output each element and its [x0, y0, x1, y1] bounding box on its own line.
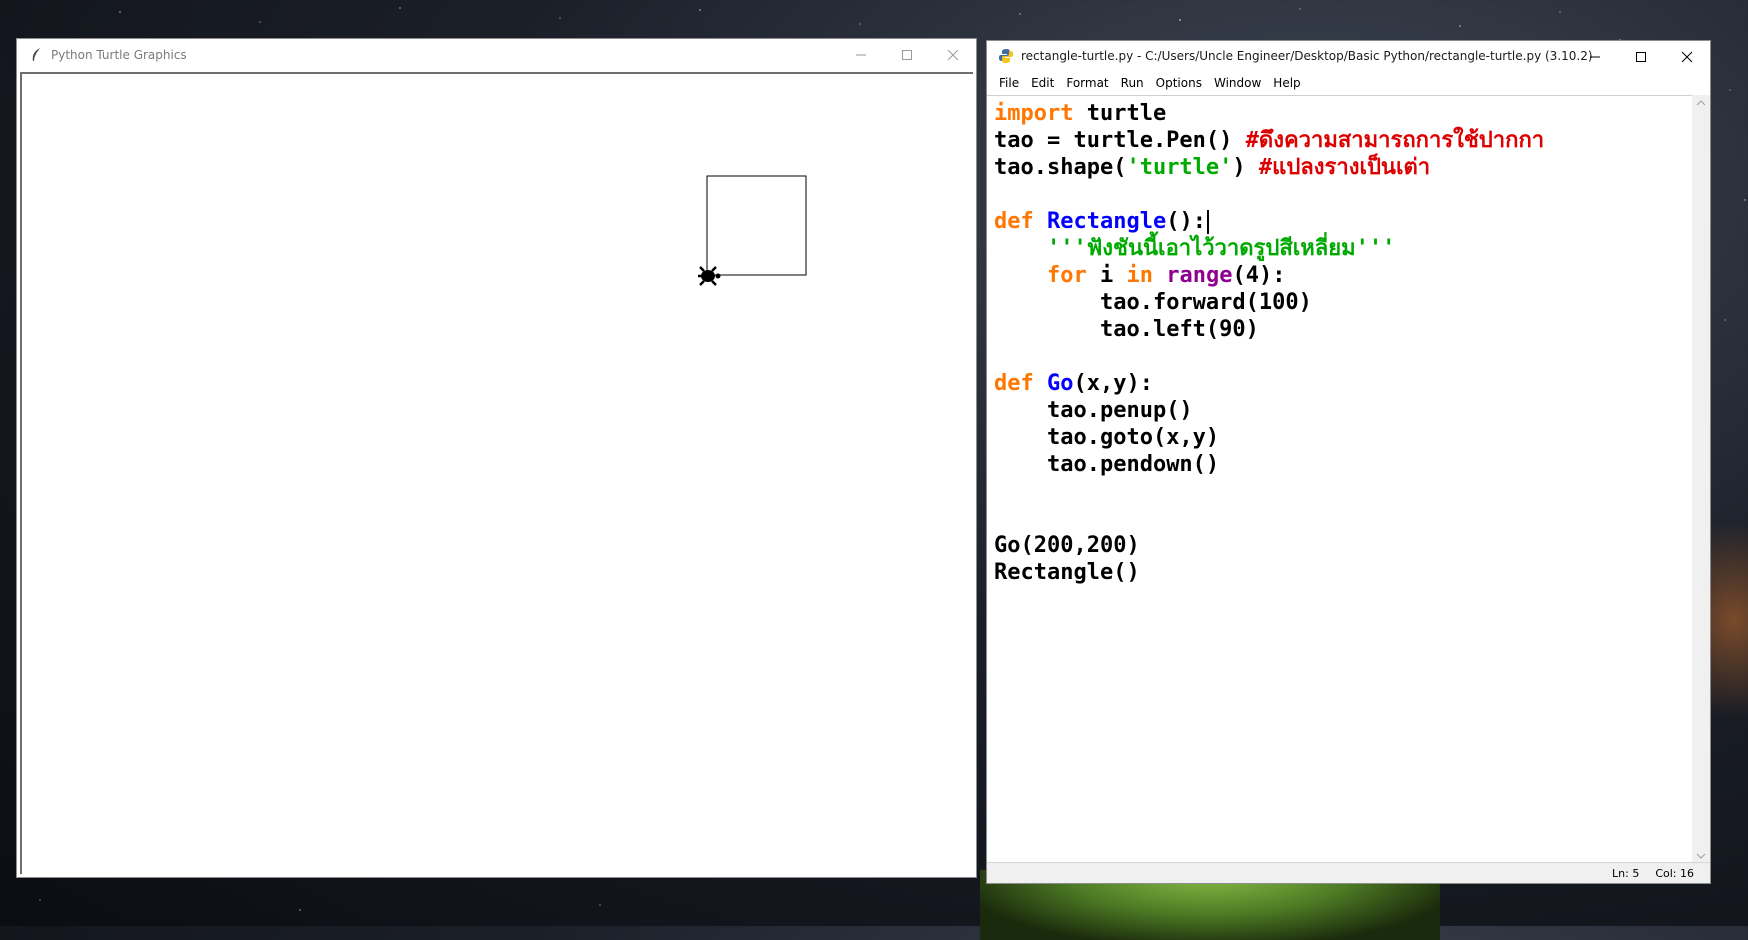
turtle-titlebar[interactable]: Python Turtle Graphics	[17, 39, 976, 71]
turtle-icon	[698, 266, 721, 286]
code-text-span: turtle	[1073, 101, 1167, 126]
code-string: 'turtle'	[1126, 155, 1233, 180]
maximize-button[interactable]	[884, 39, 930, 71]
text-cursor	[1206, 210, 1209, 234]
menu-format[interactable]: Format	[1060, 76, 1114, 90]
turtle-window-title: Python Turtle Graphics	[51, 48, 187, 62]
status-line: Ln: 5	[1612, 866, 1640, 880]
idle-titlebar[interactable]: rectangle-turtle.py - C:/Users/Uncle Eng…	[987, 41, 1710, 71]
close-icon	[1681, 51, 1693, 63]
code-keyword: for	[1046, 263, 1087, 288]
menu-file[interactable]: File	[993, 76, 1025, 90]
maximize-button[interactable]	[1618, 41, 1664, 73]
menu-bar: File Edit Format Run Options Window Help	[987, 71, 1710, 95]
scroll-down-icon[interactable]	[1692, 849, 1710, 863]
minimize-icon	[856, 54, 866, 56]
turtle-graphics-window[interactable]: Python Turtle Graphics	[16, 38, 977, 878]
code-editor[interactable]: import turtle tao = turtle.Pen() #ดึงควา…	[987, 95, 1692, 864]
idle-editor-window[interactable]: rectangle-turtle.py - C:/Users/Uncle Eng…	[986, 40, 1711, 884]
code-docstring: '''ฟังชันนี้เอาไว้วาดรูปสีเหลี่ยม'''	[1046, 236, 1396, 261]
code-text-span: i	[1086, 263, 1127, 288]
scroll-up-icon[interactable]	[1692, 96, 1710, 110]
code-keyword: import	[994, 101, 1074, 126]
code-text-span: tao.penup()	[1046, 398, 1193, 423]
code-text-span: ():	[1166, 209, 1206, 234]
menu-options[interactable]: Options	[1150, 76, 1208, 90]
status-bar: Ln: 5 Col: 16	[987, 862, 1710, 883]
code-definition: Go	[1047, 371, 1074, 396]
close-icon	[947, 49, 959, 61]
turtle-drawing	[698, 175, 807, 286]
code-definition: Rectangle	[1047, 209, 1167, 234]
code-keyword: def	[994, 209, 1034, 234]
vertical-scrollbar[interactable]	[1692, 95, 1710, 863]
code-text-span: (x,y):	[1073, 371, 1153, 396]
minimize-button[interactable]	[838, 39, 884, 71]
minimize-icon	[1590, 56, 1600, 58]
code-text-span: Rectangle()	[994, 560, 1140, 585]
code-comment: #ดึงความสามารถการใช้ปากกา	[1245, 128, 1545, 153]
menu-edit[interactable]: Edit	[1025, 76, 1060, 90]
idle-window-title: rectangle-turtle.py - C:/Users/Uncle Eng…	[1021, 49, 1593, 63]
minimize-button[interactable]	[1572, 41, 1618, 73]
code-keyword: in	[1126, 263, 1153, 288]
code-text-span: tao.forward(100)	[1099, 290, 1312, 315]
feather-icon	[27, 46, 45, 64]
status-column: Col: 16	[1655, 866, 1694, 880]
code-text-span: (4):	[1232, 263, 1286, 288]
menu-help[interactable]: Help	[1267, 76, 1306, 90]
code-text-span: tao.pendown()	[1046, 452, 1220, 477]
maximize-icon	[1636, 52, 1646, 62]
menu-run[interactable]: Run	[1115, 76, 1150, 90]
code-text-span: Go(200,200)	[994, 533, 1140, 558]
code-text-span: tao.goto(x,y)	[1046, 425, 1220, 450]
code-text-span: tao.shape(	[994, 155, 1127, 180]
close-button[interactable]	[930, 39, 976, 71]
code-comment: #แปลงรางเป็นเต่า	[1258, 155, 1431, 180]
drawn-square	[706, 175, 807, 276]
code-text[interactable]: import turtle tao = turtle.Pen() #ดึงควา…	[994, 100, 1544, 586]
code-text-span: tao = turtle.Pen()	[994, 128, 1246, 153]
menu-window[interactable]: Window	[1208, 76, 1267, 90]
python-icon	[997, 47, 1015, 65]
code-text-span: tao.left(90)	[1099, 317, 1259, 342]
maximize-icon	[902, 50, 912, 60]
code-builtin: range	[1166, 263, 1233, 288]
turtle-canvas[interactable]	[20, 72, 973, 874]
code-text-span: )	[1232, 155, 1259, 180]
close-button[interactable]	[1664, 41, 1710, 73]
code-keyword: def	[994, 371, 1034, 396]
